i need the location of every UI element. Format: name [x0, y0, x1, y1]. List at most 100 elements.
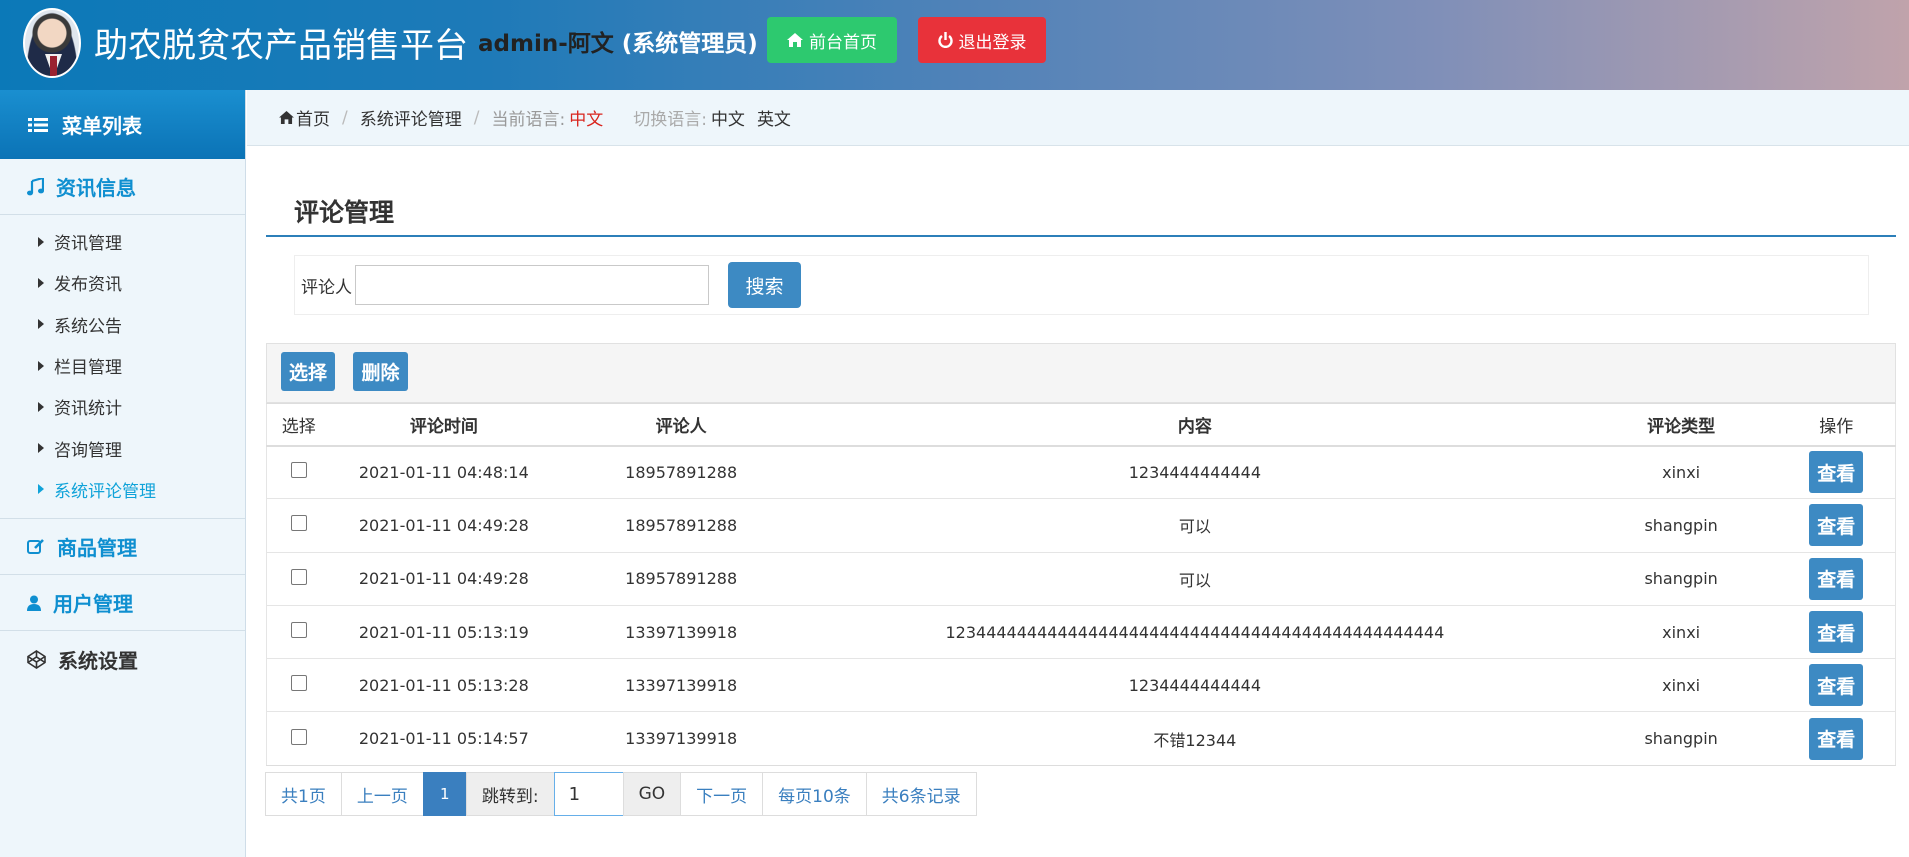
- sidebar-item-columns[interactable]: 栏目管理: [0, 345, 245, 386]
- logout-button[interactable]: 退出登录: [918, 17, 1046, 63]
- row-checkbox[interactable]: [290, 515, 307, 532]
- delete-button[interactable]: 删除: [353, 352, 408, 391]
- music-icon: [27, 177, 44, 195]
- table-row: 2021-01-11 04:48:14 18957891288 12344444…: [266, 444, 1896, 499]
- list-icon: [28, 117, 48, 132]
- column-header-user: 评论人: [557, 403, 806, 447]
- cell-time: 2021-01-11 04:49:28: [330, 498, 558, 553]
- table-toolbar: [266, 343, 1896, 403]
- sidebar-section-goods[interactable]: 商品管理: [0, 519, 245, 576]
- menu-header: 菜单列表: [0, 90, 245, 159]
- cell-content: 可以: [805, 498, 1585, 553]
- cell-content: 可以: [805, 551, 1585, 606]
- total-pages: 共1页: [265, 772, 342, 816]
- site-title: 助农脱贫农产品销售平台: [94, 26, 468, 66]
- frontend-home-label: 前台首页: [809, 32, 877, 53]
- current-page[interactable]: 1: [422, 772, 467, 816]
- sidebar-section-info-label: 资讯信息: [56, 176, 136, 200]
- go-button[interactable]: GO: [622, 772, 682, 816]
- logout-label: 退出登录: [958, 32, 1027, 53]
- row-checkbox[interactable]: [290, 728, 307, 745]
- sidebar-section-users[interactable]: 用户管理: [0, 575, 245, 632]
- cell-time: 2021-01-11 04:49:28: [330, 551, 558, 606]
- sidebar-item-label: 系统公告: [54, 316, 122, 337]
- page-title: 评论管理: [294, 198, 395, 227]
- language-en-link[interactable]: 英文: [757, 105, 791, 130]
- caret-right-icon: [38, 401, 44, 412]
- table-row: 2021-01-11 04:49:28 18957891288 可以 shang…: [266, 498, 1896, 553]
- sidebar-section-users-label: 用户管理: [53, 592, 133, 617]
- user-icon: [27, 595, 41, 611]
- per-page-info: 每页10条: [762, 772, 867, 816]
- search-button[interactable]: 搜索: [728, 262, 801, 308]
- jump-to-label: 跳转到:: [465, 772, 555, 816]
- switch-language-label: 切换语言:: [633, 110, 707, 130]
- view-button[interactable]: 查看: [1809, 664, 1864, 707]
- frontend-home-button[interactable]: 前台首页: [767, 17, 897, 63]
- sidebar: 菜单列表 资讯信息 资讯管理 发布资讯 系统公告 栏目管理 资讯统计 咨询管理 …: [0, 90, 246, 857]
- cell-time: 2021-01-11 05:13:19: [330, 604, 558, 659]
- sidebar-item-label: 栏目管理: [54, 358, 122, 379]
- view-button[interactable]: 查看: [1809, 451, 1864, 494]
- sidebar-section-settings[interactable]: 系统设置: [0, 631, 245, 687]
- sidebar-section-info[interactable]: 资讯信息: [0, 159, 245, 215]
- cell-time: 2021-01-11 05:14:57: [330, 711, 558, 766]
- sidebar-item-label: 资讯统计: [54, 399, 122, 420]
- sidebar-item-statistics[interactable]: 资讯统计: [0, 386, 245, 427]
- cell-content: 1234444444444: [805, 444, 1585, 499]
- caret-right-icon: [38, 360, 44, 371]
- current-language-value: 中文: [569, 110, 604, 130]
- sidebar-item-comments[interactable]: 系统评论管理: [0, 469, 245, 510]
- admin-info: admin-阿文 (系统管理员): [478, 24, 758, 58]
- row-checkbox[interactable]: [290, 462, 307, 479]
- cell-user: 13397139918: [557, 658, 806, 712]
- view-button[interactable]: 查看: [1809, 557, 1864, 600]
- breadcrumb-separator: /: [342, 107, 348, 128]
- table-row: 2021-01-11 05:13:28 13397139918 12344444…: [266, 658, 1896, 712]
- next-page-link[interactable]: 下一页: [680, 772, 764, 816]
- table-row: 2021-01-11 05:14:57 13397139918 不错12344 …: [266, 711, 1896, 766]
- column-header-type: 评论类型: [1584, 403, 1778, 447]
- cell-content: 1234444444444: [805, 658, 1585, 712]
- cell-user: 18957891288: [557, 498, 806, 553]
- sidebar-item-publish-info[interactable]: 发布资讯: [0, 262, 245, 303]
- caret-right-icon: [38, 236, 44, 247]
- home-icon: [787, 33, 803, 47]
- breadcrumb: 首页 / 系统评论管理 / 当前语言: 中文 切换语言: 中文 英文: [247, 90, 1909, 146]
- home-icon: [279, 111, 294, 124]
- current-language-label: 当前语言:: [491, 110, 566, 130]
- search-label: 评论人: [301, 278, 352, 298]
- row-checkbox[interactable]: [290, 675, 307, 692]
- cell-user: 18957891288: [557, 444, 806, 499]
- edit-icon: [27, 539, 44, 555]
- sidebar-item-consult[interactable]: 咨询管理: [0, 427, 245, 468]
- title-divider: [266, 235, 1896, 237]
- table-row: 2021-01-11 05:13:19 13397139918 12344444…: [266, 604, 1896, 659]
- cell-content: 1234444444444444444444444444444444444444…: [805, 604, 1585, 659]
- prev-page-link[interactable]: 上一页: [340, 772, 424, 816]
- view-button[interactable]: 查看: [1809, 717, 1864, 760]
- language-zh-link[interactable]: 中文: [711, 105, 745, 130]
- sidebar-item-announcements[interactable]: 系统公告: [0, 304, 245, 345]
- commenter-search-input[interactable]: [355, 265, 709, 305]
- sidebar-section-settings-label: 系统设置: [58, 648, 138, 673]
- cell-user: 13397139918: [557, 711, 806, 766]
- breadcrumb-home[interactable]: 首页: [296, 105, 330, 130]
- cell-type: xinxi: [1584, 444, 1778, 499]
- view-button[interactable]: 查看: [1809, 611, 1864, 654]
- power-icon: [937, 32, 953, 48]
- select-button[interactable]: 选择: [281, 352, 335, 391]
- view-button[interactable]: 查看: [1809, 504, 1864, 547]
- top-header: 助农脱贫农产品销售平台 admin-阿文 (系统管理员) 前台首页 退出登录: [0, 0, 1909, 90]
- jump-page-input[interactable]: 1: [553, 772, 624, 816]
- admin-avatar: [23, 8, 81, 78]
- row-checkbox[interactable]: [290, 568, 307, 585]
- column-header-actions: 操作: [1777, 403, 1896, 447]
- sidebar-item-label: 资讯管理: [54, 234, 122, 255]
- row-checkbox[interactable]: [290, 622, 307, 639]
- sidebar-item-label: 系统评论管理: [54, 481, 156, 502]
- cell-type: xinxi: [1584, 604, 1778, 659]
- sidebar-section-goods-label: 商品管理: [57, 536, 137, 561]
- sidebar-item-info-manage[interactable]: 资讯管理: [0, 221, 245, 262]
- breadcrumb-current: 系统评论管理: [359, 110, 462, 130]
